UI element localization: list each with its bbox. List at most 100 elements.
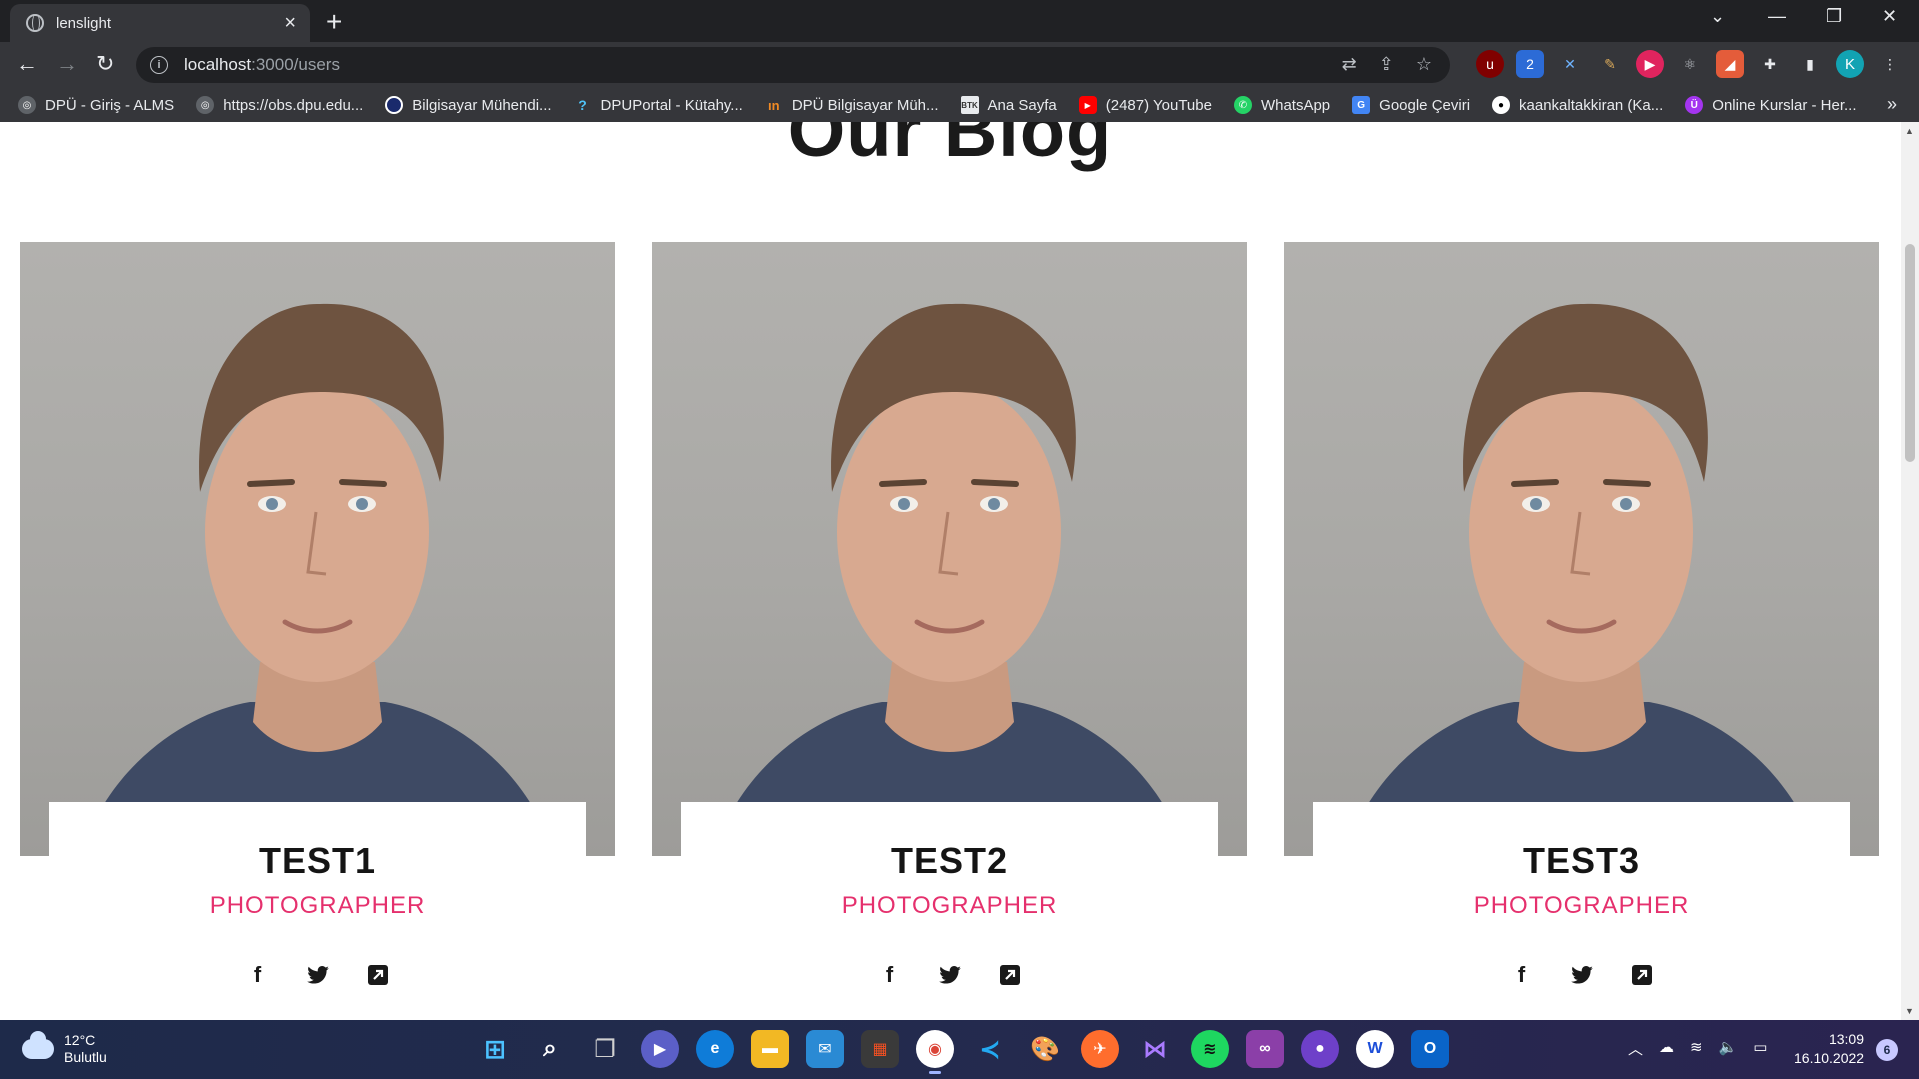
url-path: :3000/users xyxy=(251,55,340,74)
word-app-icon[interactable]: W xyxy=(1356,1030,1394,1068)
notification-badge[interactable]: 6 xyxy=(1876,1039,1898,1061)
clock[interactable]: 13:09 16.10.2022 xyxy=(1794,1030,1864,1068)
search-icon[interactable]: ⌕ xyxy=(531,1030,569,1068)
extension-video-icon[interactable]: ▶ xyxy=(1636,50,1664,78)
extension-rss-icon[interactable]: ◢ xyxy=(1716,50,1744,78)
twitter-icon[interactable] xyxy=(1569,962,1595,988)
bookmark-item[interactable]: Ü Online Kurslar - Her... xyxy=(1685,96,1857,114)
bookmark-label: Bilgisayar Mühendi... xyxy=(412,96,552,114)
menu-kebab-icon[interactable]: ⋮ xyxy=(1876,50,1904,78)
volume-icon[interactable]: 🔈 xyxy=(1719,1038,1738,1059)
outlook-icon[interactable]: O xyxy=(1411,1030,1449,1068)
facebook-icon[interactable]: f xyxy=(1509,962,1535,988)
paint-icon[interactable]: 🎨 xyxy=(1026,1030,1064,1068)
onedrive-icon[interactable]: ☁ xyxy=(1659,1038,1674,1059)
tab-strip: lenslight × + ⌄ — ❐ ✕ xyxy=(0,0,1919,42)
edge-icon[interactable]: e xyxy=(696,1030,734,1068)
postman-icon[interactable]: ✈ xyxy=(1081,1030,1119,1068)
bookmark-item[interactable]: ◎ DPÜ - Giriş - ALMS xyxy=(18,96,174,114)
github-icon: ● xyxy=(1492,96,1511,114)
extensions-puzzle-icon[interactable]: ✚ xyxy=(1756,50,1784,78)
bookmark-item[interactable]: Bilgisayar Mühendi... xyxy=(385,96,552,114)
chrome-icon[interactable]: ◉ xyxy=(916,1030,954,1074)
bookmark-item[interactable]: ▶ (2487) YouTube xyxy=(1078,96,1212,114)
visual-studio-icon[interactable]: ⋈ xyxy=(1136,1030,1174,1068)
minimize-button[interactable]: — xyxy=(1768,6,1786,27)
social-links: f xyxy=(49,962,586,988)
member-info: TEST1 PHOTOGRAPHER f xyxy=(49,802,586,1020)
bookmark-label: DPÜ Bilgisayar Müh... xyxy=(791,96,939,114)
globe-icon: ◎ xyxy=(18,96,36,114)
member-role: PHOTOGRAPHER xyxy=(209,892,426,919)
page-viewport: Our Blog TEST1 PHOTOGRAPHER f TEST2 PHOT… xyxy=(0,122,1919,1020)
clock-date: 16.10.2022 xyxy=(1794,1050,1865,1066)
windows-start-icon[interactable]: ⊞ xyxy=(476,1030,514,1068)
bookmark-item[interactable]: ◎ https://obs.dpu.edu... xyxy=(196,96,363,114)
translate-icon[interactable]: ⇄ xyxy=(1342,54,1357,75)
external-link-icon[interactable] xyxy=(1629,962,1655,988)
question-icon: ? xyxy=(578,97,587,113)
spotify-icon[interactable]: ≋ xyxy=(1191,1030,1229,1068)
battery-icon[interactable]: ▭ xyxy=(1753,1038,1767,1059)
browser-toolbar: ← → ↻ i localhost:3000/users ⇄ ⇪ ☆ u 2 ✕… xyxy=(0,42,1919,88)
reload-button[interactable]: ↻ xyxy=(96,52,114,76)
file-explorer-icon[interactable]: ▬ xyxy=(751,1030,789,1068)
clock-time: 13:09 xyxy=(1828,1031,1864,1047)
external-link-icon[interactable] xyxy=(997,962,1023,988)
team-card: TEST1 PHOTOGRAPHER f xyxy=(20,242,615,1020)
scroll-up-icon[interactable]: ▲ xyxy=(1905,126,1914,136)
page-scrollbar[interactable]: ▲ ▼ xyxy=(1901,122,1919,1020)
bookmark-item[interactable]: ? DPUPortal - Kütahy... xyxy=(574,96,743,114)
bookmark-item[interactable]: BTK Ana Sayfa xyxy=(960,96,1057,114)
facebook-icon[interactable]: f xyxy=(245,962,271,988)
close-tab-icon[interactable]: × xyxy=(284,13,296,33)
bookmark-item[interactable]: ✆ WhatsApp xyxy=(1233,96,1330,114)
facebook-icon[interactable]: f xyxy=(877,962,903,988)
forward-button[interactable]: → xyxy=(56,52,78,76)
mail-icon[interactable]: ✉ xyxy=(806,1030,844,1068)
bookmark-item[interactable]: ın DPÜ Bilgisayar Müh... xyxy=(765,96,939,114)
weather-widget[interactable]: 12°C Bulutlu xyxy=(22,1031,107,1066)
bookmark-item[interactable]: G Google Çeviri xyxy=(1352,96,1470,114)
extension-tool-icon[interactable]: ✕ xyxy=(1556,50,1584,78)
bookmark-item[interactable]: ● kaankaltakkiran (Ka... xyxy=(1492,96,1663,114)
vscode-icon[interactable]: ≺ xyxy=(971,1030,1009,1068)
whatsapp-icon: ✆ xyxy=(1233,96,1252,114)
back-button[interactable]: ← xyxy=(16,52,38,76)
arduino-icon[interactable]: ∞ xyxy=(1246,1030,1284,1068)
bookmark-label: Ana Sayfa xyxy=(987,96,1057,114)
scroll-down-icon[interactable]: ▼ xyxy=(1905,1006,1914,1016)
profile-avatar[interactable]: K xyxy=(1836,50,1864,78)
react-devtools-icon[interactable]: ⚛ xyxy=(1676,50,1704,78)
task-view-icon[interactable]: ❐ xyxy=(586,1030,624,1068)
twitter-icon[interactable] xyxy=(937,962,963,988)
github-desktop-icon[interactable]: ● xyxy=(1301,1030,1339,1068)
new-tab-button[interactable]: + xyxy=(326,8,342,36)
side-panel-icon[interactable]: ▮ xyxy=(1796,50,1824,78)
close-window-button[interactable]: ✕ xyxy=(1882,6,1897,27)
btk-icon: BTK xyxy=(960,96,979,114)
member-name: TEST2 xyxy=(890,840,1009,881)
member-photo xyxy=(652,242,1247,856)
browser-tab[interactable]: lenslight × xyxy=(10,4,310,42)
address-bar[interactable]: i localhost:3000/users ⇄ ⇪ ☆ xyxy=(136,47,1450,83)
share-icon[interactable]: ⇪ xyxy=(1379,54,1394,75)
external-link-icon[interactable] xyxy=(365,962,391,988)
ublock-icon[interactable]: u xyxy=(1476,50,1504,78)
extension-paint-icon[interactable]: ✎ xyxy=(1596,50,1624,78)
translate-icon: G xyxy=(1352,96,1371,114)
teams-chat-icon[interactable]: ▶ xyxy=(641,1030,679,1068)
restore-button[interactable]: ❐ xyxy=(1826,6,1842,27)
twitter-icon[interactable] xyxy=(305,962,331,988)
bookmarks-overflow-icon[interactable]: » xyxy=(1887,94,1897,115)
wifi-icon[interactable]: ≋ xyxy=(1690,1038,1703,1059)
microsoft-store-icon[interactable]: ▦ xyxy=(861,1030,899,1068)
tab-search-icon[interactable]: ⌄ xyxy=(1710,6,1725,27)
extension-2e-icon[interactable]: 2 xyxy=(1516,50,1544,78)
windows-taskbar: 12°C Bulutlu ⊞ ⌕ ❐ ▶ e ▬ ✉ ▦ ◉ ≺ 🎨 ✈ ⋈ ≋… xyxy=(0,1020,1919,1079)
member-info: TEST2 PHOTOGRAPHER f xyxy=(681,802,1218,1020)
chevron-up-icon[interactable]: ︿ xyxy=(1628,1038,1643,1059)
bookmark-star-icon[interactable]: ☆ xyxy=(1416,54,1432,75)
site-info-icon[interactable]: i xyxy=(150,56,168,74)
scroll-thumb[interactable] xyxy=(1905,244,1915,462)
